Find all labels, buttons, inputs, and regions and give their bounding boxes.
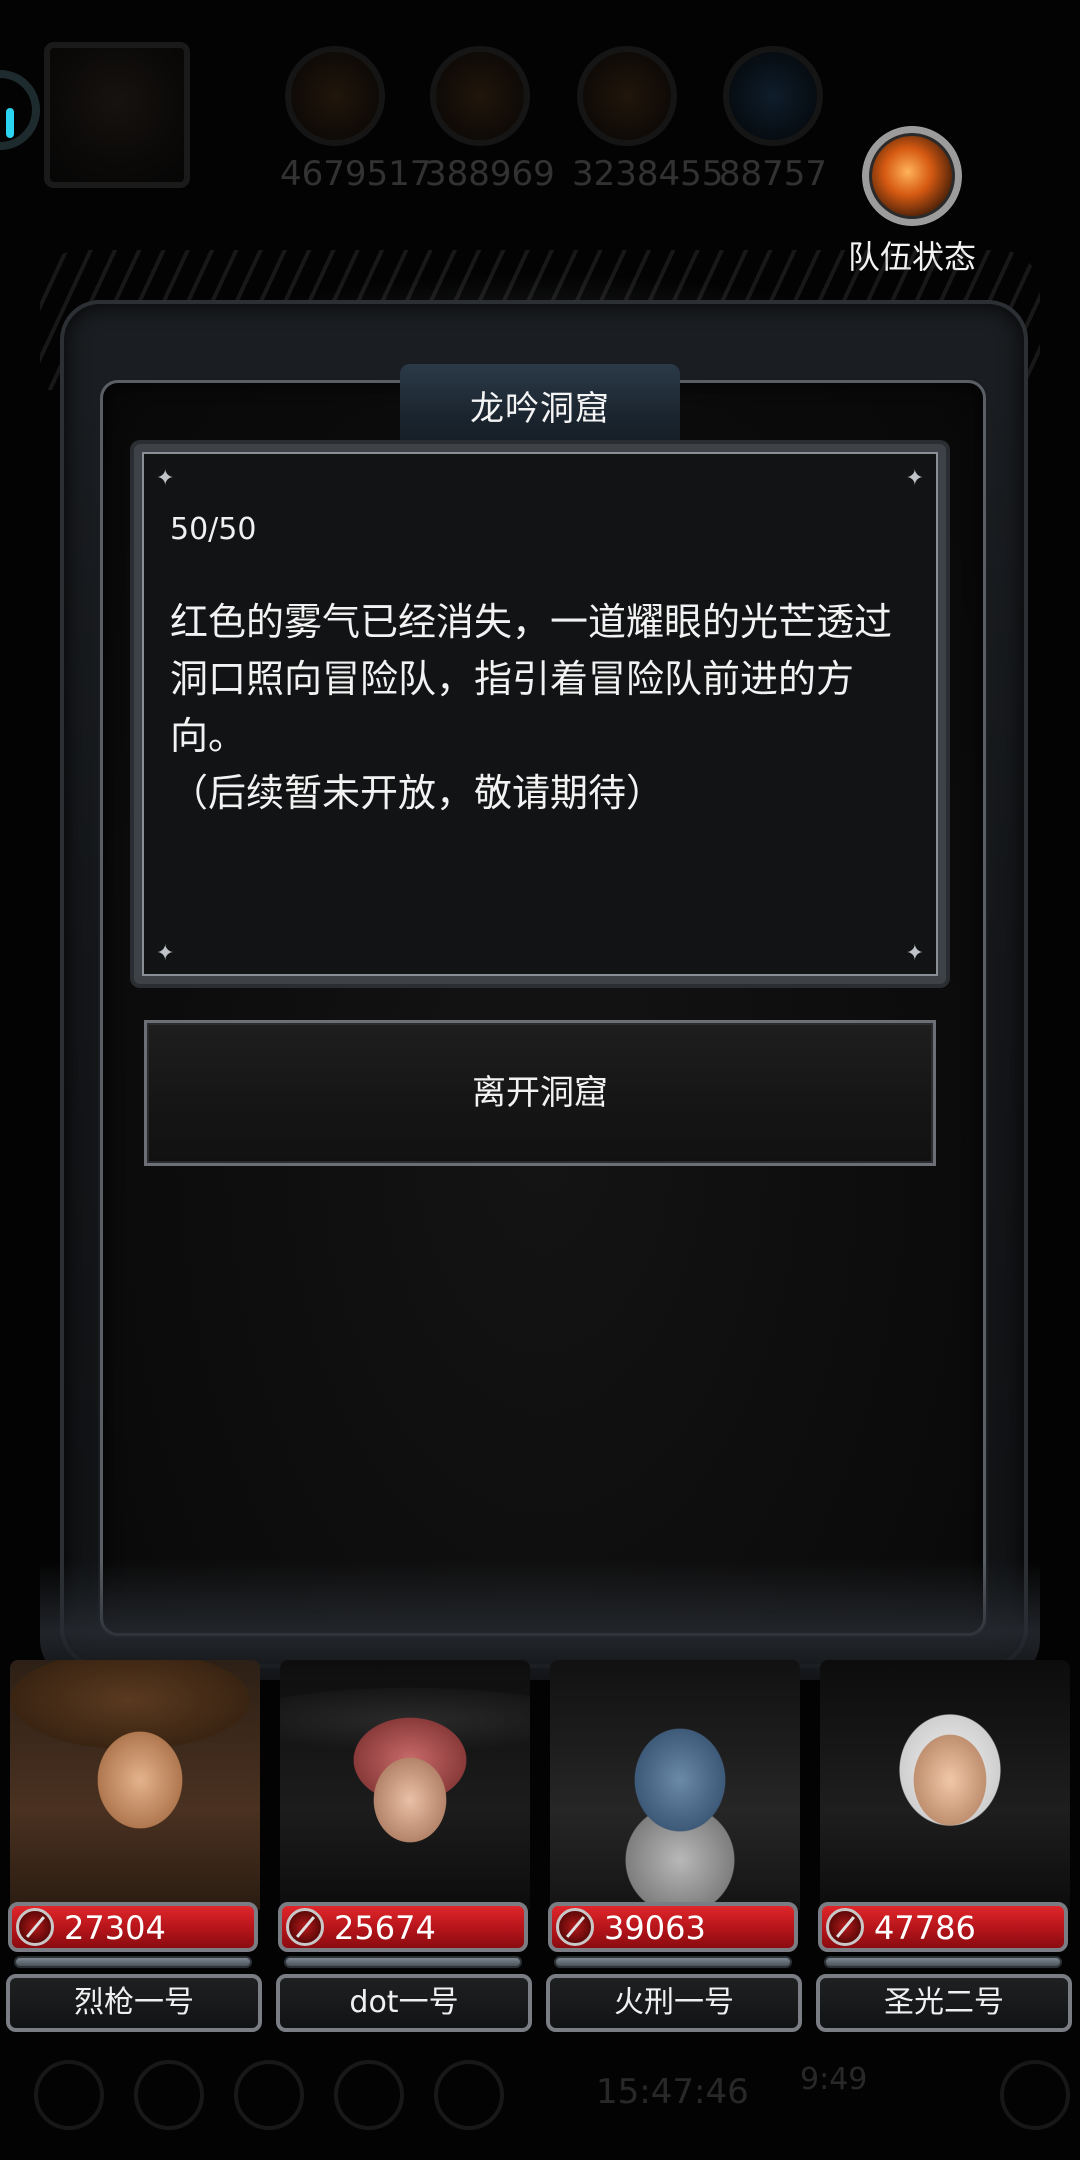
hero-hp-value: 47786 — [874, 1909, 976, 1947]
hero-energy-bar — [824, 1956, 1062, 1968]
hero-energy-bar — [554, 1956, 792, 1968]
hero-card[interactable]: 47786 圣光二号 — [810, 1660, 1080, 2040]
hero-hp-bar: 27304 — [8, 1902, 258, 1952]
hero-card[interactable]: 25674 dot一号 — [270, 1660, 540, 2040]
hero-hp-value: 27304 — [64, 1909, 166, 1947]
resource-iron: 3238455 — [572, 46, 724, 194]
nav-quest-icon[interactable] — [334, 2060, 404, 2130]
secondary-timer: 9:49 — [800, 2062, 868, 2097]
resource-value: 388969 — [425, 154, 555, 194]
wood-icon — [430, 46, 530, 146]
hero-hp-bar: 47786 — [818, 1902, 1068, 1952]
leave-cave-button[interactable]: 离开洞窟 — [144, 1020, 936, 1166]
hero-hp-value: 25674 — [334, 1909, 436, 1947]
sparkle-icon: ✦ — [905, 466, 924, 491]
hero-roster: 27304 烈枪一号 25674 dot一号 39063 火刑一号 47786 … — [0, 1660, 1080, 2040]
hero-name: dot一号 — [349, 1985, 459, 2020]
resource-value: 4679517 — [280, 154, 432, 194]
resource-value: 3238455 — [572, 154, 724, 194]
hero-portrait — [280, 1660, 530, 1910]
iron-icon — [577, 46, 677, 146]
leave-cave-label: 离开洞窟 — [472, 1073, 608, 1113]
nav-settings-icon[interactable] — [434, 2060, 504, 2130]
progress-counter: 50/50 — [170, 512, 257, 547]
sparkle-icon: ✦ — [156, 941, 175, 966]
hero-name-plate: 火刑一号 — [546, 1974, 802, 2032]
hero-hp-bar: 25674 — [278, 1902, 528, 1952]
hero-portrait — [10, 1660, 260, 1910]
hero-name: 烈枪一号 — [74, 1985, 194, 2020]
nav-more-icon[interactable] — [1000, 2060, 1070, 2130]
hero-name: 圣光二号 — [884, 1985, 1004, 2020]
hero-energy-bar — [284, 1956, 522, 1968]
nav-home-icon[interactable] — [34, 2060, 104, 2130]
sword-icon — [286, 1908, 324, 1946]
side-ring-highlight — [6, 108, 14, 138]
hero-name-plate: dot一号 — [276, 1974, 532, 2032]
hero-portrait — [550, 1660, 800, 1910]
hero-name-plate: 烈枪一号 — [6, 1974, 262, 2032]
hero-hp-value: 39063 — [604, 1909, 706, 1947]
story-textbox: ✦ ✦ ✦ ✦ 50/50 红色的雾气已经消失，一道耀眼的光芒透过洞口照向冒险队… — [134, 444, 946, 984]
game-clock: 15:47:46 — [596, 2072, 749, 2112]
crystal-icon — [723, 46, 823, 146]
story-text: 红色的雾气已经消失，一道耀眼的光芒透过洞口照向冒险队，指引着冒险队前进的方向。 … — [170, 600, 893, 815]
sword-icon — [16, 1908, 54, 1946]
nav-hero-icon[interactable] — [134, 2060, 204, 2130]
hero-name-plate: 圣光二号 — [816, 1974, 1072, 2032]
sword-icon — [556, 1908, 594, 1946]
resource-value: 88757 — [718, 154, 828, 194]
flame-icon — [862, 126, 962, 226]
player-avatar[interactable] — [44, 42, 190, 188]
sparkle-icon: ✦ — [905, 941, 924, 966]
hero-hp-bar: 39063 — [548, 1902, 798, 1952]
nav-bag-icon[interactable] — [234, 2060, 304, 2130]
hero-portrait — [820, 1660, 1070, 1910]
sparkle-icon: ✦ — [156, 466, 175, 491]
game-screen: 4679517 388969 3238455 88757 队伍状态 龙吟洞窟 ✦… — [0, 0, 1080, 2160]
dialog-title: 龙吟洞窟 — [470, 389, 610, 429]
resource-wood: 388969 — [425, 46, 555, 194]
sword-icon — [826, 1908, 864, 1946]
bread-icon — [285, 46, 385, 146]
hero-energy-bar — [14, 1956, 252, 1968]
hero-card[interactable]: 39063 火刑一号 — [540, 1660, 810, 2040]
hero-card[interactable]: 27304 烈枪一号 — [0, 1660, 270, 2040]
bottom-nav: 15:47:46 9:49 — [0, 2040, 1080, 2160]
resource-crystal: 88757 — [718, 46, 828, 194]
hero-name: 火刑一号 — [614, 1985, 734, 2020]
resource-bread: 4679517 — [280, 46, 432, 194]
